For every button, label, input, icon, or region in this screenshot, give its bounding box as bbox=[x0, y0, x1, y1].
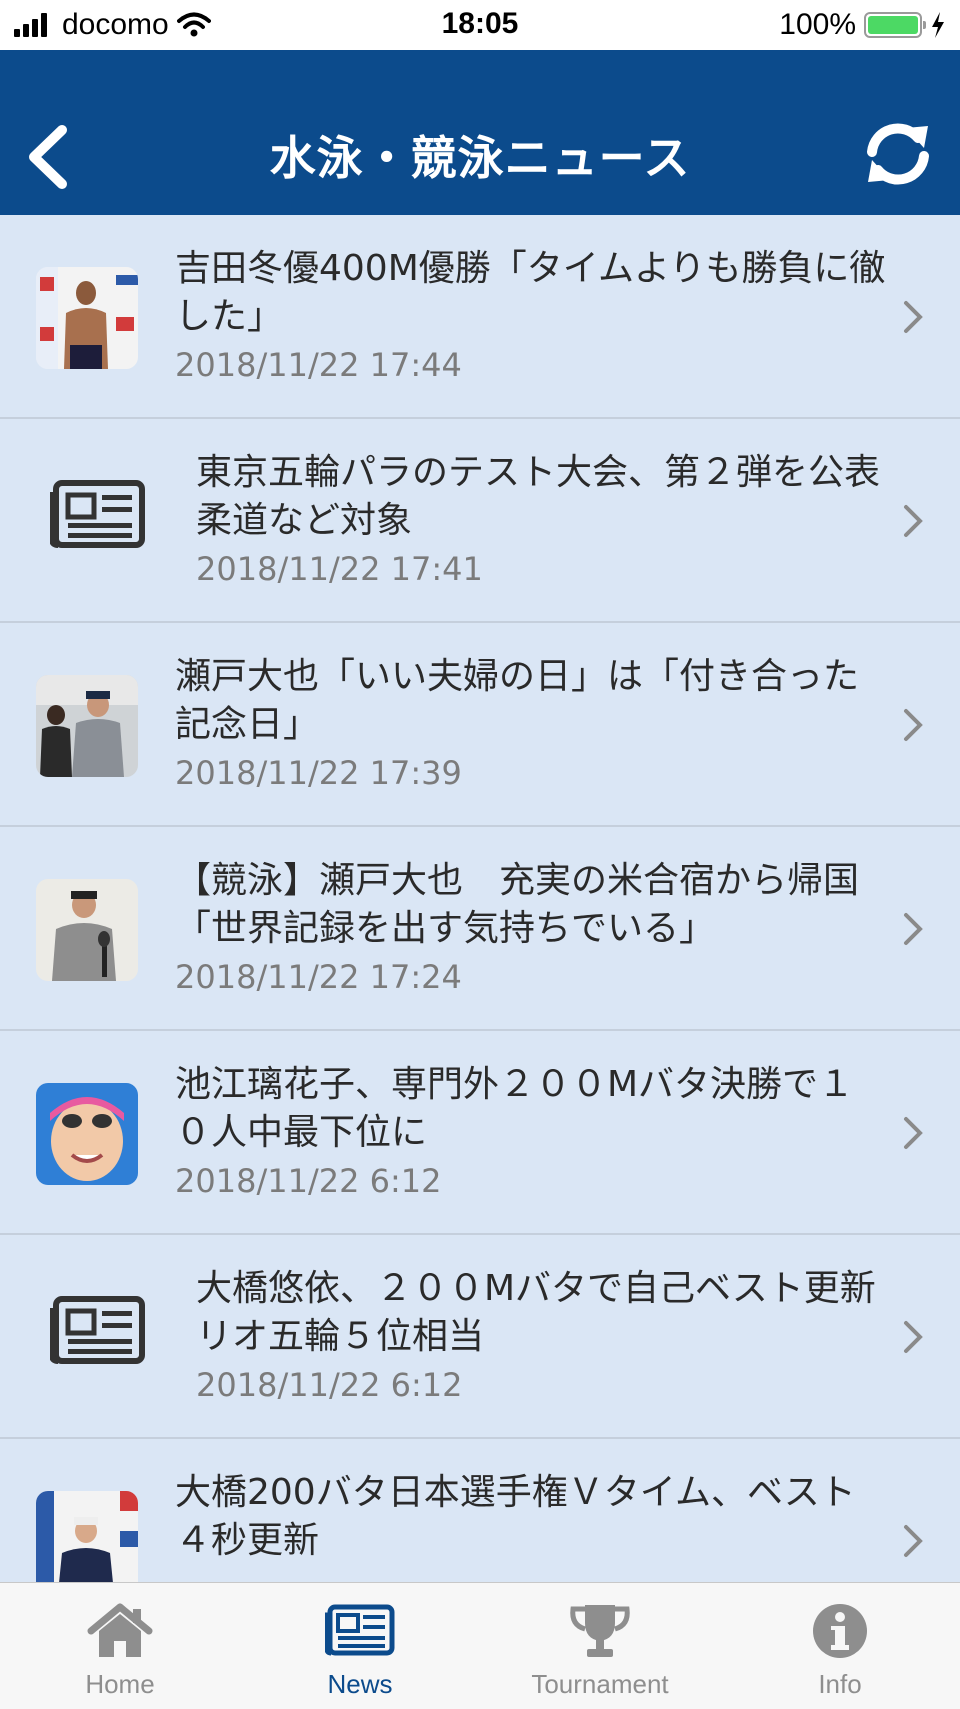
news-thumbnail bbox=[36, 1491, 138, 1582]
status-bar: docomo 18:05 100% bbox=[0, 0, 960, 50]
newspaper-icon bbox=[325, 1604, 395, 1656]
news-text: 東京五輪パラのテスト大会、第２弾を公表 柔道など対象 2018/11/22 17… bbox=[196, 449, 890, 591]
news-list: 吉田冬優400M優勝「タイムよりも勝負に徹した」 2018/11/22 17:4… bbox=[0, 215, 960, 1582]
tab-info-label: Info bbox=[818, 1669, 862, 1699]
info-icon bbox=[813, 1604, 867, 1658]
news-thumbnail bbox=[36, 267, 138, 369]
tab-tournament[interactable]: Tournament bbox=[480, 1583, 720, 1709]
news-title: 東京五輪パラのテスト大会、第２弾を公表 柔道など対象 bbox=[196, 452, 890, 541]
news-thumbnail bbox=[36, 675, 138, 777]
news-text: 大橋200バタ日本選手権Ｖタイム、ベスト４秒更新 bbox=[175, 1469, 890, 1565]
news-item[interactable]: 東京五輪パラのテスト大会、第２弾を公表 柔道など対象 2018/11/22 17… bbox=[0, 419, 960, 623]
news-title: 大橋200バタ日本選手権Ｖタイム、ベスト４秒更新 bbox=[175, 1472, 856, 1561]
news-text: 吉田冬優400M優勝「タイムよりも勝負に徹した」 2018/11/22 17:4… bbox=[175, 245, 890, 387]
news-item[interactable]: 大橋悠依、２００Mバタで自己ベスト更新 リオ五輪５位相当 2018/11/22 … bbox=[0, 1235, 960, 1439]
news-date: 2018/11/22 17:44 bbox=[175, 346, 462, 384]
news-item[interactable]: 大橋200バタ日本選手権Ｖタイム、ベスト４秒更新 bbox=[0, 1439, 960, 1582]
newspaper-icon bbox=[50, 1296, 145, 1364]
news-date: 2018/11/22 6:12 bbox=[175, 1162, 442, 1200]
battery-percent: 100% bbox=[779, 8, 856, 41]
news-title: 吉田冬優400M優勝「タイムよりも勝負に徹した」 bbox=[175, 248, 886, 337]
chevron-right-icon bbox=[904, 505, 923, 537]
chevron-right-icon bbox=[904, 913, 923, 945]
news-date: 2018/11/22 17:39 bbox=[175, 754, 462, 792]
news-text: 池江璃花子、専門外２００Mバタ決勝で１０人中最下位に 2018/11/22 6:… bbox=[175, 1061, 890, 1203]
chevron-right-icon bbox=[904, 1321, 923, 1353]
chevron-right-icon bbox=[904, 1525, 923, 1557]
tab-tournament-label: Tournament bbox=[531, 1669, 669, 1699]
news-item[interactable]: 吉田冬優400M優勝「タイムよりも勝負に徹した」 2018/11/22 17:4… bbox=[0, 215, 960, 419]
tab-home[interactable]: Home bbox=[0, 1583, 240, 1709]
tab-news-label: News bbox=[327, 1669, 393, 1699]
battery-icon bbox=[864, 12, 926, 38]
news-thumbnail bbox=[36, 879, 138, 981]
news-thumbnail bbox=[36, 1083, 138, 1185]
refresh-button[interactable] bbox=[862, 118, 934, 190]
tab-info[interactable]: Info bbox=[720, 1583, 960, 1709]
news-date: 2018/11/22 6:12 bbox=[196, 1366, 463, 1404]
news-title: 瀬戸大也「いい夫婦の日」は「付き合った記念日」 bbox=[175, 656, 860, 745]
news-title: 【競泳】瀬戸大也 充実の米合宿から帰国「世界記録を出す気持ちでいる」 bbox=[175, 860, 860, 949]
news-text: 瀬戸大也「いい夫婦の日」は「付き合った記念日」 2018/11/22 17:39 bbox=[175, 653, 890, 795]
navigation-bar: 水泳・競泳ニュース bbox=[0, 50, 960, 215]
news-text: 【競泳】瀬戸大也 充実の米合宿から帰国「世界記録を出す気持ちでいる」 2018/… bbox=[175, 857, 890, 999]
chevron-right-icon bbox=[904, 1117, 923, 1149]
news-title: 池江璃花子、専門外２００Mバタ決勝で１０人中最下位に bbox=[175, 1064, 855, 1153]
news-item[interactable]: 池江璃花子、専門外２００Mバタ決勝で１０人中最下位に 2018/11/22 6:… bbox=[0, 1031, 960, 1235]
news-item[interactable]: 【競泳】瀬戸大也 充実の米合宿から帰国「世界記録を出す気持ちでいる」 2018/… bbox=[0, 827, 960, 1031]
charging-bolt-icon bbox=[932, 12, 944, 38]
tab-home-label: Home bbox=[85, 1669, 155, 1699]
page-title: 水泳・競泳ニュース bbox=[269, 131, 691, 185]
chevron-right-icon bbox=[904, 709, 923, 741]
tab-news[interactable]: News bbox=[240, 1583, 480, 1709]
news-text: 大橋悠依、２００Mバタで自己ベスト更新 リオ五輪５位相当 2018/11/22 … bbox=[196, 1265, 890, 1407]
newspaper-icon bbox=[50, 480, 145, 548]
trophy-icon bbox=[570, 1605, 630, 1657]
news-date: 2018/11/22 17:24 bbox=[175, 958, 462, 996]
news-date: 2018/11/22 17:41 bbox=[196, 550, 483, 588]
home-icon bbox=[87, 1603, 153, 1657]
chevron-right-icon bbox=[904, 301, 923, 333]
status-right: 100% bbox=[779, 7, 946, 43]
tab-bar: Home News Tournament Info bbox=[0, 1582, 960, 1709]
news-item[interactable]: 瀬戸大也「いい夫婦の日」は「付き合った記念日」 2018/11/22 17:39 bbox=[0, 623, 960, 827]
news-title: 大橋悠依、２００Mバタで自己ベスト更新 リオ五輪５位相当 bbox=[196, 1268, 890, 1357]
